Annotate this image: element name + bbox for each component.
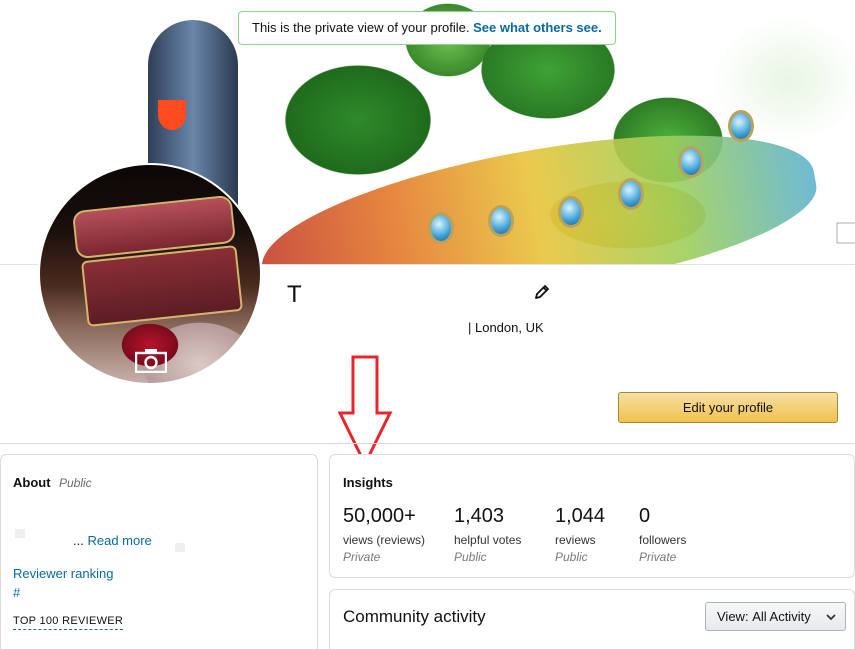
stat-value: 0 (639, 505, 651, 527)
reviewer-ranking-link[interactable]: Reviewer ranking (13, 566, 113, 581)
stat-visibility: Public (454, 550, 487, 564)
redacted-text (15, 529, 25, 538)
stat-visibility: Private (639, 550, 677, 564)
view-prefix: View: (717, 609, 749, 624)
activity-view-dropdown[interactable]: View: All Activity (705, 602, 846, 631)
stat-value: 1,403 (454, 505, 505, 527)
camera-icon[interactable] (836, 218, 855, 244)
top-reviewer-badge[interactable]: TOP 100 REVIEWER (13, 615, 124, 630)
private-view-notice: This is the private view of your profile… (238, 11, 616, 45)
profile-page: This is the private view of your profile… (0, 0, 855, 649)
stat-followers: 0 followers Private (639, 503, 686, 564)
camera-icon[interactable] (135, 348, 167, 373)
edit-profile-button[interactable]: Edit your profile (618, 392, 838, 423)
stat-value: 50,000+ (343, 505, 416, 527)
about-visibility: Public (59, 476, 92, 490)
profile-location: | London, UK (468, 320, 544, 335)
view-value: All Activity (752, 609, 811, 624)
about-panel: About Public ... Read more Reviewer rank… (0, 454, 318, 649)
stat-label: followers (639, 533, 687, 547)
profile-name: T (287, 281, 302, 308)
stat-label: reviews (555, 533, 596, 547)
about-bio: ... Read more (73, 533, 152, 548)
notice-text: This is the private view of your profile… (252, 20, 470, 35)
stat-visibility: Private (343, 550, 381, 564)
stat-value: 1,044 (555, 505, 606, 527)
stat-label: views (reviews) (343, 533, 426, 547)
stat-label: helpful votes (454, 533, 522, 547)
community-title: Community activity (343, 607, 486, 626)
insights-title: Insights (343, 475, 393, 490)
peacock-beak (158, 100, 186, 130)
redacted-text (175, 543, 185, 552)
pencil-icon[interactable] (533, 283, 551, 301)
see-what-others-see-link[interactable]: See what others see. (473, 20, 602, 35)
read-more-link[interactable]: Read more (87, 533, 151, 548)
avatar[interactable] (38, 163, 262, 385)
community-activity-panel: Community activity View: All Activity (329, 589, 855, 649)
red-down-arrow (338, 355, 392, 467)
section-divider (0, 443, 855, 444)
reviewer-ranking-value[interactable]: # (13, 585, 20, 600)
stat-visibility: Public (555, 550, 588, 564)
bio-ellipsis: ... (73, 533, 84, 548)
stat-reviews: 1,044 reviews Public (555, 503, 605, 564)
insights-panel: Insights 50,000+ views (reviews) Private… (329, 454, 855, 578)
stat-views: 50,000+ views (reviews) Private (343, 503, 425, 564)
about-title: About (13, 475, 51, 490)
chevron-down-icon (826, 614, 836, 621)
stat-helpful-votes: 1,403 helpful votes Public (454, 503, 521, 564)
jewelry-box-body (80, 245, 244, 327)
